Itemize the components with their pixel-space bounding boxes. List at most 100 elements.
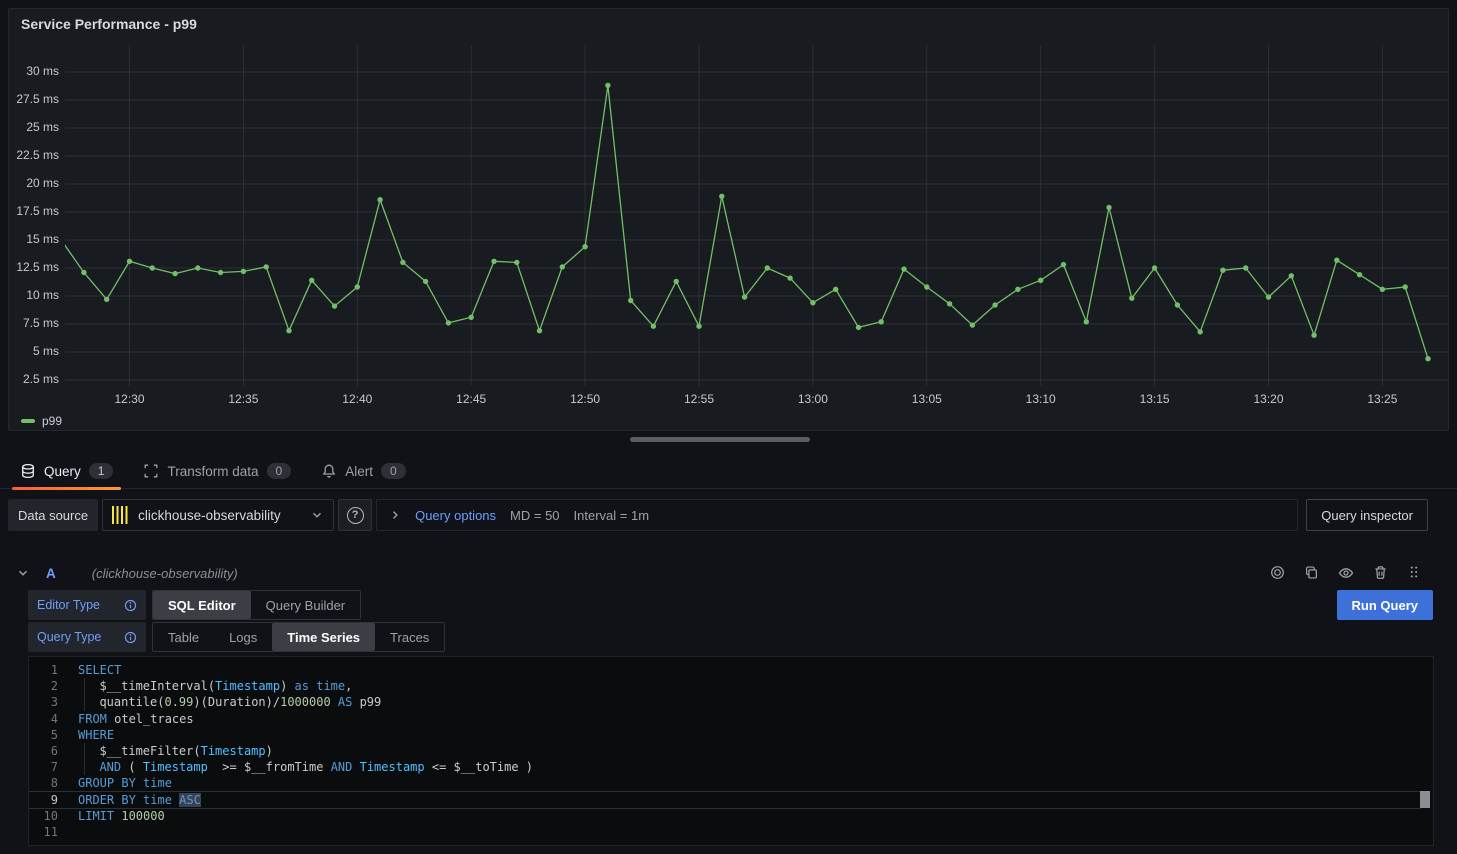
run-query-button[interactable]: Run Query — [1337, 590, 1433, 620]
legend-series-color — [21, 419, 35, 423]
code-text: LIMIT 100000 — [78, 808, 165, 824]
editor-type-option-sql-editor[interactable]: SQL Editor — [153, 591, 251, 619]
tab-transform-data[interactable]: Transform data 0 — [133, 454, 301, 488]
alert-count-badge: 0 — [381, 463, 406, 479]
trash-icon[interactable] — [1373, 565, 1388, 581]
code-line[interactable]: 3 quantile(0.99)(Duration)/1000000 AS p9… — [29, 694, 1433, 710]
info-icon[interactable] — [124, 631, 137, 644]
series-line — [65, 85, 1428, 358]
y-tick-label: 25 ms — [9, 120, 59, 134]
code-token: FROM — [78, 712, 107, 726]
transform-count-badge: 0 — [267, 463, 292, 479]
tab-transform-label: Transform data — [167, 464, 258, 479]
code-line[interactable]: 8GROUP BY time — [29, 775, 1433, 791]
query-count-badge: 1 — [89, 463, 114, 479]
legend-series-label[interactable]: p99 — [42, 414, 62, 428]
timeseries-chart[interactable] — [65, 45, 1448, 386]
indent-guide — [84, 694, 99, 710]
datasource-help-button[interactable]: ? — [338, 499, 372, 531]
query-type-option-table[interactable]: Table — [153, 623, 214, 651]
code-token: time — [316, 679, 345, 693]
query-type-option-traces[interactable]: Traces — [375, 623, 444, 651]
data-point — [787, 275, 792, 280]
editor-scrollbar-thumb[interactable] — [1420, 791, 1430, 808]
query-options-link[interactable]: Query options — [415, 508, 496, 523]
data-point — [309, 278, 314, 283]
data-point — [582, 244, 587, 249]
data-point — [423, 279, 428, 284]
x-tick-label: 13:00 — [781, 392, 845, 406]
data-point — [856, 325, 861, 330]
info-icon[interactable] — [124, 599, 137, 612]
data-point — [81, 270, 86, 275]
editor-type-row: Editor Type SQL EditorQuery Builder — [28, 590, 361, 620]
query-type-label: Query Type — [28, 622, 146, 652]
code-line[interactable]: 6 $__timeFilter(Timestamp) — [29, 743, 1433, 759]
code-token: p99 — [352, 695, 381, 709]
duplicate-query-icon[interactable] — [1304, 565, 1319, 581]
query-type-option-time-series[interactable]: Time Series — [272, 623, 375, 651]
data-point — [1198, 329, 1203, 334]
x-tick-label: 13:10 — [1009, 392, 1073, 406]
code-line[interactable]: 7 AND ( Timestamp >= $__fromTime AND Tim… — [29, 759, 1433, 775]
data-point — [1175, 302, 1180, 307]
data-point — [377, 197, 382, 202]
collapse-query-icon[interactable] — [16, 566, 30, 580]
y-tick-label: 2.5 ms — [9, 372, 59, 386]
line-number: 7 — [29, 759, 58, 775]
eye-icon[interactable] — [1338, 565, 1354, 581]
query-type-row: Query Type TableLogsTime SeriesTraces — [28, 622, 445, 652]
code-text: $__timeInterval(Timestamp) as time, — [78, 678, 352, 694]
disable-query-icon[interactable] — [1270, 565, 1285, 581]
data-point — [742, 294, 747, 299]
data-point — [719, 194, 724, 199]
code-token: ( — [121, 760, 143, 774]
code-line[interactable]: 10LIMIT 100000 — [29, 808, 1433, 824]
y-tick-label: 27.5 ms — [9, 92, 59, 106]
code-token — [331, 695, 338, 709]
data-point — [1015, 287, 1020, 292]
code-line[interactable]: 11 — [29, 824, 1433, 840]
sql-code-editor[interactable]: 1SELECT2 $__timeInterval(Timestamp) as t… — [28, 656, 1434, 846]
data-point — [651, 324, 656, 329]
data-point — [1403, 284, 1408, 289]
code-line[interactable]: 2 $__timeInterval(Timestamp) as time, — [29, 678, 1433, 694]
data-point — [924, 284, 929, 289]
data-point — [355, 284, 360, 289]
data-point — [286, 328, 291, 333]
chevron-right-icon[interactable] — [389, 509, 401, 521]
code-line[interactable]: 4FROM otel_traces — [29, 711, 1433, 727]
query-inspector-button[interactable]: Query inspector — [1306, 499, 1428, 531]
data-point — [172, 271, 177, 276]
tab-query-label: Query — [44, 464, 81, 479]
code-line[interactable]: 9ORDER BY time ASC — [29, 792, 1433, 808]
horizontal-scrollbar-thumb[interactable] — [630, 437, 810, 442]
code-line[interactable]: 5WHERE — [29, 727, 1433, 743]
drag-handle-icon[interactable] — [1407, 565, 1421, 581]
tab-query[interactable]: Query 1 — [10, 454, 123, 488]
data-point — [195, 265, 200, 270]
query-type-option-logs[interactable]: Logs — [214, 623, 272, 651]
timeseries-panel: Service Performance - p99 30 ms27.5 ms25… — [8, 8, 1449, 431]
code-text: SELECT — [78, 662, 121, 678]
data-point — [1152, 265, 1157, 270]
data-point — [1243, 265, 1248, 270]
database-icon — [20, 463, 36, 479]
data-point — [241, 269, 246, 274]
active-tab-underline — [12, 487, 121, 490]
line-number: 8 — [29, 775, 58, 791]
line-number: 11 — [29, 824, 58, 840]
code-token: 100000 — [121, 809, 164, 823]
interval-value: Interval = 1m — [574, 508, 650, 523]
y-tick-label: 7.5 ms — [9, 316, 59, 330]
code-line[interactable]: 1SELECT — [29, 662, 1433, 678]
y-tick-label: 22.5 ms — [9, 148, 59, 162]
data-point — [332, 303, 337, 308]
code-token: , — [345, 679, 352, 693]
data-point — [1129, 296, 1134, 301]
tab-alert[interactable]: Alert 0 — [311, 454, 415, 488]
datasource-picker[interactable]: clickhouse-observability — [102, 499, 334, 531]
editor-type-option-query-builder[interactable]: Query Builder — [251, 591, 360, 619]
code-token — [352, 760, 359, 774]
query-ref-id[interactable]: A — [46, 566, 56, 581]
